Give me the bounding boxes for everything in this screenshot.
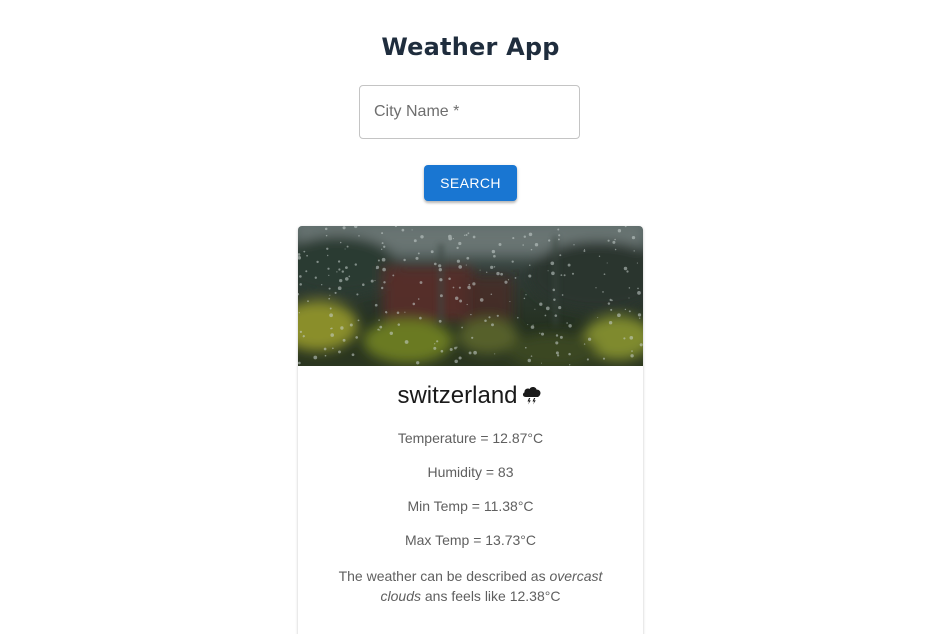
city-name-input[interactable] — [360, 86, 579, 138]
page-title: Weather App — [381, 33, 560, 61]
min-temp-text: Min Temp = 11.38°C — [407, 498, 534, 514]
page: Weather App SEARCH — [0, 0, 949, 634]
weather-card: switzerland Temperature = 12.87°C Humidi… — [298, 226, 643, 634]
feels-like-value: 12.38°C — [509, 588, 561, 604]
search-button[interactable]: SEARCH — [424, 165, 517, 201]
thunderstorm-cloud-icon — [520, 383, 544, 414]
humidity-text: Humidity = 83 — [427, 464, 514, 480]
description-prefix: The weather can be described as — [338, 568, 550, 584]
city-heading: switzerland — [298, 382, 643, 414]
city-name-field[interactable] — [359, 85, 580, 139]
weather-description: The weather can be described as overcast… — [326, 566, 615, 606]
rainy-window-image — [298, 226, 643, 366]
temperature-text: Temperature = 12.87°C — [397, 430, 544, 446]
max-temp-text: Max Temp = 13.73°C — [404, 532, 537, 548]
description-middle: ans feels like — [421, 588, 510, 604]
city-name: switzerland — [397, 382, 518, 409]
